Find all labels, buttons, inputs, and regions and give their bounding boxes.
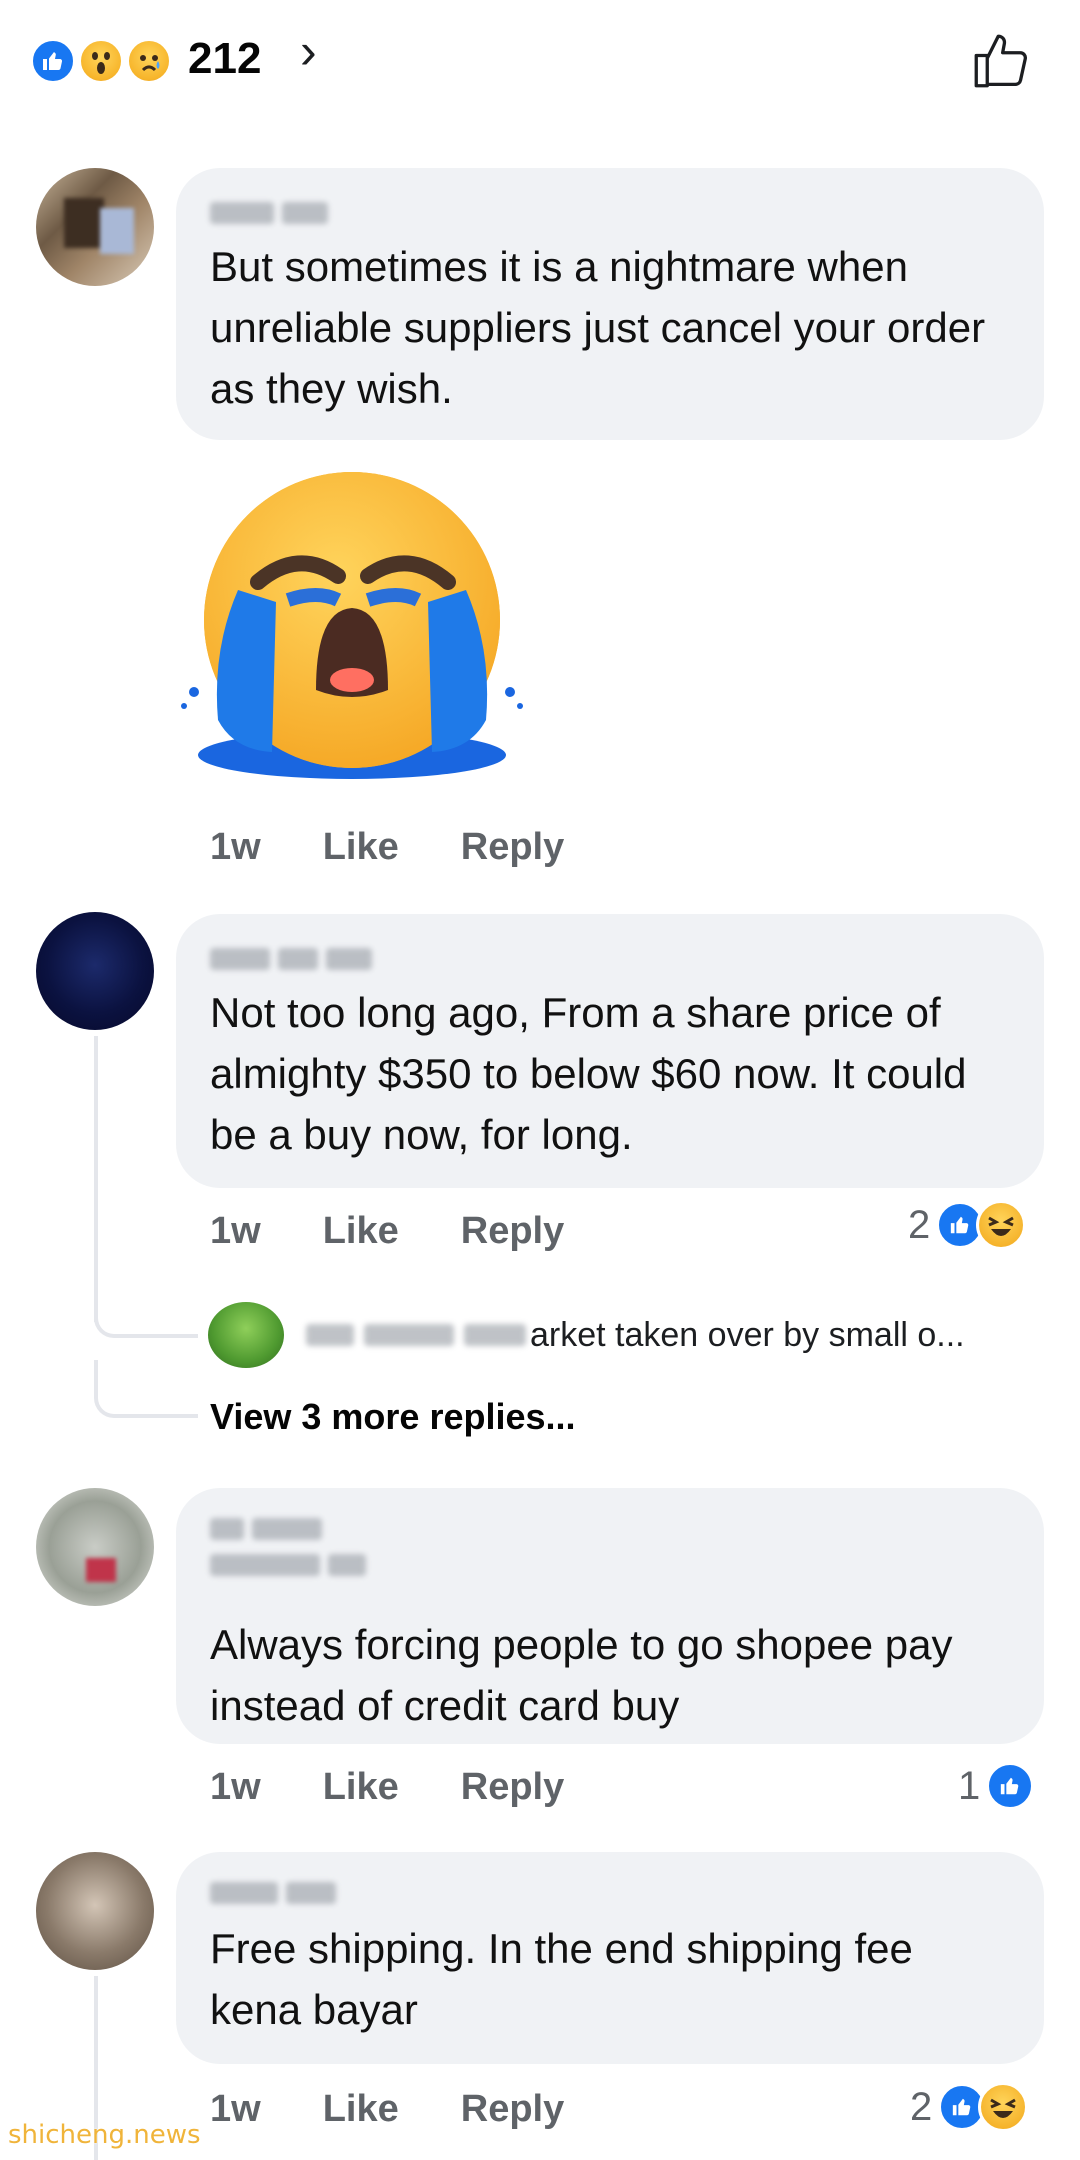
comment-time[interactable]: 1w: [210, 1766, 261, 1809]
reply-comment-button[interactable]: Reply: [461, 826, 564, 869]
chevron-right-icon: ›: [300, 23, 317, 79]
haha-reaction-icon: [978, 2082, 1029, 2132]
comment-bubble[interactable]: Free shipping. In the end shipping fee k…: [176, 1852, 1044, 2064]
comment-bubble[interactable]: Not too long ago, From a share price of …: [176, 914, 1044, 1188]
watermark: shicheng.news: [8, 2120, 201, 2150]
comment-bubble[interactable]: But sometimes it is a nightmare when unr…: [176, 168, 1044, 440]
commenter-avatar[interactable]: [36, 912, 154, 1030]
like-comment-button[interactable]: Like: [323, 1766, 399, 1809]
haha-reaction-icon: [976, 1200, 1027, 1250]
comment-text: Not too long ago, From a share price of …: [210, 989, 967, 1158]
comment-text: Always forcing people to go shopee pay i…: [210, 1621, 953, 1729]
reply-preview[interactable]: arket taken over by small o...: [208, 1302, 1048, 1368]
comment-reactions[interactable]: 1: [958, 1762, 1035, 1810]
like-reaction-icon: [30, 38, 76, 84]
like-comment-button[interactable]: Like: [323, 826, 399, 869]
thumbs-up-outline-icon: [974, 34, 1028, 88]
commenter-avatar[interactable]: [36, 1852, 154, 1970]
comment-bubble[interactable]: Always forcing people to go shopee pay i…: [176, 1488, 1044, 1744]
reply-preview-text: arket taken over by small o...: [530, 1315, 965, 1354]
reply-comment-button[interactable]: Reply: [461, 2088, 564, 2131]
reaction-summary[interactable]: 212 ›: [30, 23, 360, 90]
commenter-avatar[interactable]: [36, 168, 154, 286]
comment-actions: 1w Like Reply: [210, 1766, 564, 1809]
reaction-count: 212: [188, 34, 262, 83]
author-name-redacted: [210, 1550, 366, 1580]
comment-text: Free shipping. In the end shipping fee k…: [210, 1925, 913, 2033]
author-name-redacted: [210, 198, 328, 228]
author-name-redacted: [210, 1878, 336, 1908]
reply-avatar: [208, 1302, 284, 1368]
comment-actions: 1w Like Reply: [210, 826, 564, 869]
comment-text: But sometimes it is a nightmare when unr…: [210, 243, 986, 412]
comment-actions: 1w Like Reply: [210, 1210, 564, 1253]
reaction-count: 2: [910, 2084, 933, 2129]
reply-comment-button[interactable]: Reply: [461, 1210, 564, 1253]
view-more-replies-button[interactable]: View 3 more replies...: [210, 1396, 576, 1438]
comment-reactions[interactable]: 2: [908, 1200, 1027, 1250]
like-reaction-icon: [986, 1762, 1035, 1810]
author-name-redacted: [210, 944, 372, 974]
reply-comment-button[interactable]: Reply: [461, 1766, 564, 1809]
sad-reaction-icon: [126, 38, 172, 84]
comment-actions: 1w Like Reply: [210, 2088, 564, 2131]
comment-reactions[interactable]: 2: [910, 2082, 1029, 2132]
like-comment-button[interactable]: Like: [323, 1210, 399, 1253]
comment-time[interactable]: 1w: [210, 826, 261, 869]
thread-connector: [94, 1360, 198, 1418]
reaction-count: 1: [958, 1763, 981, 1808]
comment-time[interactable]: 1w: [210, 2088, 261, 2131]
author-name-redacted: [210, 1514, 322, 1544]
thread-connector: [94, 1280, 198, 1338]
reaction-count: 2: [908, 1202, 931, 1247]
comment-time[interactable]: 1w: [210, 1210, 261, 1253]
wow-reaction-icon: [78, 38, 124, 84]
like-comment-button[interactable]: Like: [323, 2088, 399, 2131]
crying-face-sticker: [176, 470, 536, 790]
commenter-avatar[interactable]: [36, 1488, 154, 1606]
like-post-button[interactable]: [968, 28, 1034, 94]
